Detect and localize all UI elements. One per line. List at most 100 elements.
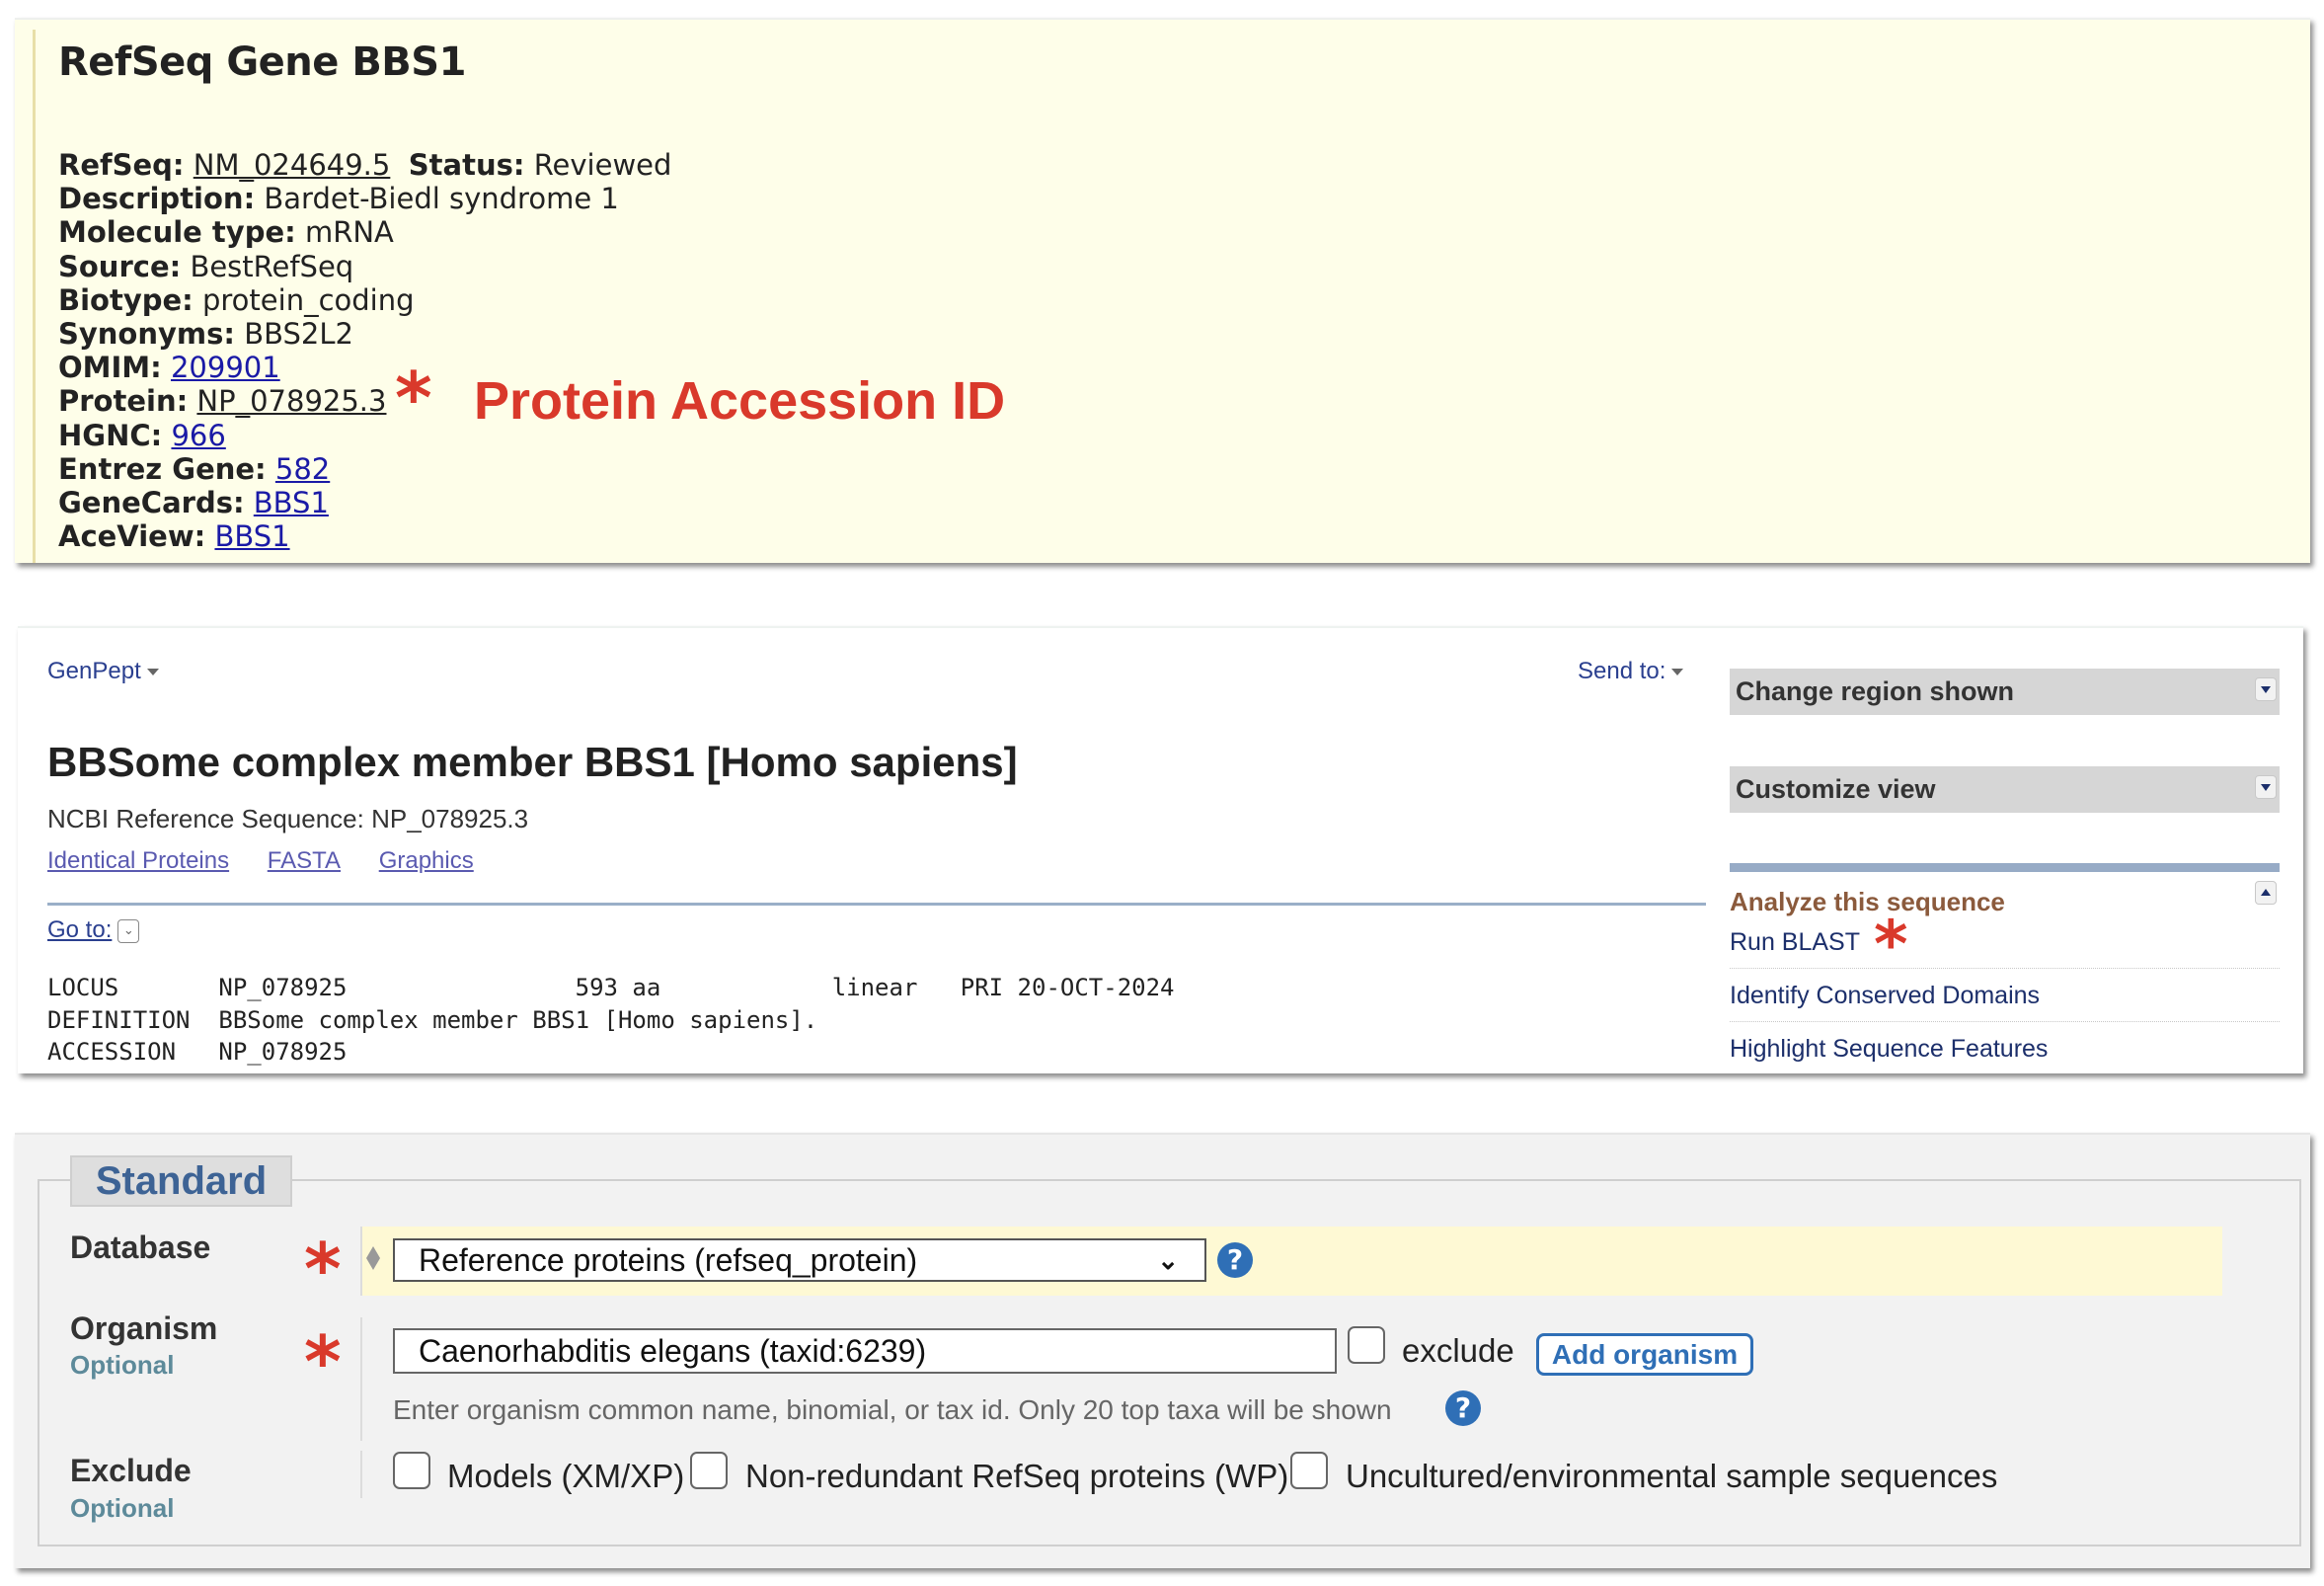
exclude-uncultured-label: Uncultured/environmental sample sequence… [1346, 1458, 1998, 1494]
field-key: RefSeq: [58, 148, 185, 182]
annotation-asterisk-icon: * [395, 357, 432, 439]
expand-button[interactable] [2255, 775, 2277, 799]
record-text: LOCUS NP_078925 593 aa linear PRI 20-OCT… [47, 972, 1175, 1069]
field-key: Molecule type: [58, 215, 296, 250]
row-divider [360, 1451, 362, 1498]
locus-line: LOCUS NP_078925 593 aa linear PRI 20-OCT… [47, 974, 1175, 1001]
field-key: Protein: [58, 384, 189, 419]
run-blast-link[interactable]: Run BLAST [1730, 928, 1860, 957]
annotation-asterisk-icon: * [304, 1228, 342, 1310]
exclude-organism-label: exclude [1402, 1332, 1514, 1369]
annotation-asterisk-icon: * [304, 1320, 342, 1403]
customize-view-label: Customize view [1736, 774, 1936, 804]
field-aceview: AceView: BBS1 [58, 519, 671, 553]
divider [47, 903, 1706, 906]
blast-form-panel: Standard Database * Reference proteins (… [15, 1133, 2310, 1568]
database-label: Database [70, 1229, 211, 1265]
help-icon[interactable]: ? [1445, 1390, 1481, 1426]
field-value: BBS2L2 [244, 316, 353, 351]
field-key: Entrez Gene: [58, 451, 267, 486]
organism-hint: Enter organism common name, binomial, or… [393, 1394, 1392, 1425]
row-divider [360, 1317, 362, 1441]
diamond-icon [366, 1246, 380, 1258]
reference-sequence: NCBI Reference Sequence: NP_078925.3 [47, 804, 529, 833]
refseq-link[interactable]: NM_024649.5 [194, 148, 391, 182]
fasta-link[interactable]: FASTA [268, 847, 341, 874]
dotted-divider [1730, 1021, 2280, 1022]
field-key: AceView: [58, 519, 206, 554]
format-menu-label: GenPept [47, 658, 141, 684]
field-entrez-gene: Entrez Gene: 582 [58, 452, 671, 486]
field-key: Description: [58, 182, 256, 216]
organism-input-value: Caenorhabditis elegans (taxid:6239) [419, 1333, 927, 1369]
annotation-asterisk-icon: * [1874, 907, 1908, 983]
organism-label: Organism [70, 1310, 218, 1346]
database-selected-value: Reference proteins (refseq_protein) [419, 1242, 918, 1278]
entrez-gene-link[interactable]: 582 [275, 452, 330, 486]
change-region-label: Change region shown [1736, 676, 2015, 706]
expand-button[interactable] [2255, 677, 2277, 701]
help-icon[interactable]: ? [1217, 1242, 1253, 1278]
definition-line: DEFINITION BBSome complex member BBS1 [H… [47, 1005, 818, 1034]
field-key: Status: [408, 148, 525, 182]
genecards-link[interactable]: BBS1 [254, 486, 329, 519]
add-organism-button[interactable]: Add organism [1536, 1333, 1753, 1376]
panel-left-border [33, 30, 36, 563]
change-region-header[interactable]: Change region shown [1730, 669, 2280, 715]
refseq-gene-panel: RefSeq Gene BBS1 RefSeq: NM_024649.5 Sta… [15, 18, 2310, 563]
caret-down-icon [146, 669, 159, 676]
exclude-models-checkbox[interactable] [393, 1452, 430, 1489]
field-description: Description: Bardet-Biedl syndrome 1 [58, 182, 671, 215]
record-title: BBSome complex member BBS1 [Homo sapiens… [47, 739, 1018, 785]
field-key: OMIM: [58, 351, 162, 385]
accession-line: ACCESSION NP_078925 [47, 1038, 348, 1066]
field-value: protein_coding [201, 282, 415, 317]
exclude-wp-checkbox[interactable] [690, 1452, 728, 1489]
exclude-uncultured-checkbox[interactable] [1290, 1452, 1328, 1489]
exclude-organism-checkbox[interactable] [1348, 1326, 1385, 1364]
aceview-link[interactable]: BBS1 [214, 519, 289, 553]
chevron-down-icon: ⌄ [1157, 1245, 1179, 1275]
gene-fields: RefSeq: NM_024649.5 Status: Reviewed Des… [58, 148, 671, 553]
database-select[interactable]: Reference proteins (refseq_protein) ⌄ [393, 1238, 1206, 1282]
customize-view-header[interactable]: Customize view [1730, 766, 2280, 813]
field-key: HGNC: [58, 418, 163, 452]
format-menu[interactable]: GenPept [47, 658, 159, 685]
right-sidebar: Change region shown Customize view Analy… [1730, 628, 2280, 1075]
annotation-label: Protein Accession ID [474, 371, 1006, 431]
identify-conserved-domains-link[interactable]: Identify Conserved Domains [1730, 982, 2040, 1010]
analyze-heading: Analyze this sequence [1730, 887, 2005, 916]
chevron-down-icon[interactable]: ⌄ [117, 918, 140, 943]
record-links: Identical Proteins FASTA Graphics [47, 847, 505, 875]
goto-link[interactable]: Go to: [47, 916, 112, 943]
genpept-panel: GenPept Send to: BBSome complex member B… [18, 626, 2303, 1073]
caret-down-icon [1671, 669, 1684, 676]
highlight-sequence-features-link[interactable]: Highlight Sequence Features [1730, 1035, 2048, 1064]
gene-title: RefSeq Gene BBS1 [58, 40, 466, 85]
protein-accession-link[interactable]: NP_078925.3 [196, 384, 386, 418]
field-biotype: Biotype: protein_coding [58, 283, 671, 317]
standard-section-tab: Standard [70, 1155, 292, 1207]
exclude-label: Exclude [70, 1453, 192, 1488]
organism-input[interactable]: Caenorhabditis elegans (taxid:6239) [393, 1328, 1337, 1374]
triangle-down-icon [2261, 784, 2271, 791]
field-genecards: GeneCards: BBS1 [58, 486, 671, 519]
organism-optional: Optional [70, 1350, 175, 1380]
field-molecule-type: Molecule type: mRNA [58, 215, 671, 249]
field-value: Bardet-Biedl syndrome 1 [264, 182, 619, 216]
goto-menu[interactable]: Go to: ⌄ [47, 916, 140, 944]
field-source: Source: BestRefSeq [58, 250, 671, 283]
field-synonyms: Synonyms: BBS2L2 [58, 317, 671, 351]
field-value: mRNA [304, 215, 394, 250]
send-to-menu[interactable]: Send to: [1578, 658, 1684, 685]
triangle-up-icon [2261, 889, 2271, 896]
field-key: Source: [58, 249, 182, 283]
collapse-button[interactable] [2255, 881, 2277, 905]
field-value: BestRefSeq [190, 249, 354, 283]
omim-link[interactable]: 209901 [171, 351, 280, 384]
section-bar [1730, 863, 2280, 872]
identical-proteins-link[interactable]: Identical Proteins [47, 847, 229, 874]
hgnc-link[interactable]: 966 [171, 419, 225, 452]
graphics-link[interactable]: Graphics [379, 847, 474, 874]
exclude-optional: Optional [70, 1493, 175, 1523]
